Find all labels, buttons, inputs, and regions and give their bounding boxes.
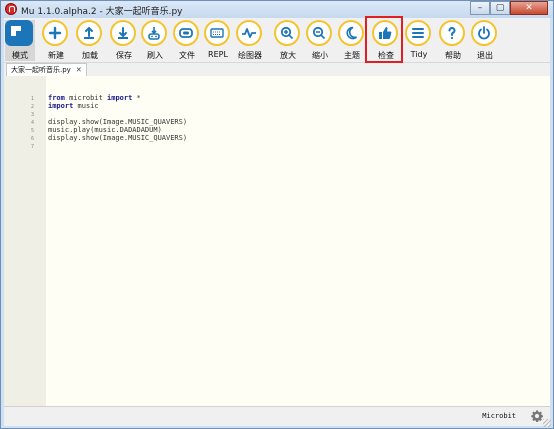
code-line[interactable]: import music [48,102,99,110]
code-editor[interactable]: 1234567 from microbit import * import mus… [4,76,550,406]
zoom-out-button-circle [306,20,332,46]
tidy-button-circle [405,20,431,46]
code-text: * [132,94,141,102]
download-icon [118,27,128,39]
gear-icon[interactable] [530,409,544,423]
minimize-button[interactable]: – [470,1,490,15]
code-line[interactable]: display.show(Image.MUSIC_QUAVERS) [48,118,187,126]
mode-button-circle [5,20,33,46]
code-text: music [73,102,99,110]
close-tab-icon[interactable]: ✕ [76,64,82,76]
maximize-button[interactable]: ▢ [490,1,510,15]
tidy-button[interactable]: Tidy [404,20,434,61]
line-number-gutter: 1 2 3 4 5 6 7 [4,76,46,406]
file-tab-label: 大家一起听音乐.py [11,66,71,74]
new-button-circle [42,20,68,46]
zoom-in-button-circle [274,20,300,46]
check-button[interactable]: 检查 [371,20,401,61]
new-button[interactable]: 新建 [41,20,71,61]
zoom-out-icon [312,26,326,40]
toolbar: 模式 新建 加载 保存 刷入 文件 REPL 绘图器 放大 缩小 主题 检查 Tidy 帮助 退出 [4,16,550,63]
resize-grip[interactable] [543,419,551,427]
power-icon [478,26,490,40]
plus-icon [48,26,62,40]
mu-app-icon [5,3,17,15]
zoom-in-icon [280,26,294,40]
line-number: 2 [30,104,34,110]
line-number: 7 [30,144,34,150]
quit-button-circle [471,20,497,46]
save-button-circle [110,20,136,46]
title-bar[interactable]: Mu 1.1.0.alpha.2 - 大家一起听音乐.py – ▢ ✕ [1,1,553,18]
load-button-circle [76,20,102,46]
line-number: 1 [30,96,34,102]
mode-icon [11,26,21,36]
code-keyword: import [107,94,133,102]
line-number: 6 [30,136,34,142]
line-number: 3 [30,112,34,118]
mode-button[interactable]: 模式 [5,20,35,61]
flash-button-circle [141,20,167,46]
load-button[interactable]: 加载 [75,20,105,61]
code-text: display.show(Image.MUSIC_QUAVERS) [48,118,188,126]
flash-icon [148,27,160,40]
mode-indicator[interactable]: Microbit [482,412,516,420]
code-keyword: import [48,102,74,110]
theme-button[interactable]: 主题 [337,20,367,61]
line-number: 4 [30,120,34,126]
files-button-circle [173,20,199,46]
plotter-icon [242,28,256,38]
code-keyword: from [48,94,65,102]
repl-button-circle [204,20,230,46]
plotter-button[interactable]: 绘图器 [235,20,265,61]
theme-button-circle [338,20,364,46]
files-icon [179,28,193,38]
plotter-button-label: 绘图器 [238,51,262,60]
window-title: Mu 1.1.0.alpha.2 - 大家一起听音乐.py [21,7,183,17]
quit-button[interactable]: 退出 [470,20,500,61]
line-number: 5 [30,128,34,134]
help-icon [448,26,456,40]
code-line[interactable]: from microbit import * [48,94,141,102]
code-line[interactable]: music.play(music.DADADADUM) [48,126,162,134]
check-button-circle [372,20,398,46]
file-tab[interactable]: 大家一起听音乐.py ✕ [6,63,87,76]
code-text: display.show(Image.MUSIC_QUAVERS) [48,134,188,142]
thumbs-up-icon [379,27,392,39]
tidy-icon [412,28,424,38]
code-line[interactable]: display.show(Image.MUSIC_QUAVERS) [48,134,187,142]
code-text: music.play(music.DADADADUM) [48,126,162,134]
mu-editor-window: Mu 1.1.0.alpha.2 - 大家一起听音乐.py – ▢ ✕ 模式 新建… [0,0,554,429]
upload-icon [84,26,94,39]
keyboard-icon [210,28,224,38]
quit-button-label: 退出 [477,51,493,60]
code-text: microbit [64,94,108,102]
moon-icon [346,26,358,40]
close-button[interactable]: ✕ [510,1,548,15]
status-bar: Microbit [4,406,551,427]
tab-bar: 大家一起听音乐.py ✕ [4,63,550,76]
help-button-circle [439,20,465,46]
plotter-button-circle [236,20,262,46]
